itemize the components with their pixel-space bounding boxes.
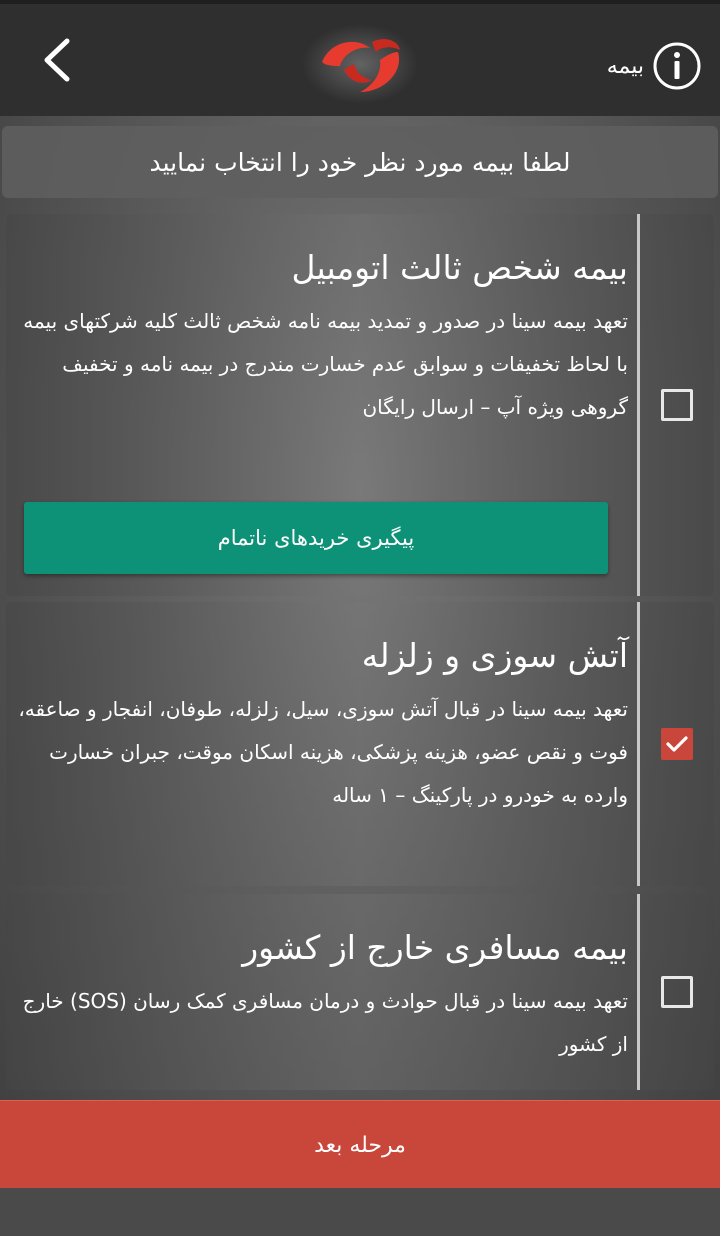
- brand-logo: [302, 24, 418, 104]
- card-checkbox-area[interactable]: [640, 602, 714, 886]
- card-title: بیمه مسافری خارج از کشور: [242, 928, 628, 967]
- card-checkbox-area[interactable]: [640, 894, 714, 1090]
- card-description: تعهد بیمه سینا در صدور و تمدید بیمه نامه…: [23, 309, 628, 419]
- card-content: آتش سوزی و زلزله تعهد بیمه سینا در قبال …: [14, 602, 628, 886]
- insurance-card-fire-earthquake: آتش سوزی و زلزله تعهد بیمه سینا در قبال …: [6, 602, 714, 886]
- bottom-strip: [0, 1188, 720, 1236]
- checkbox-unchecked[interactable]: [661, 976, 693, 1008]
- chevron-left-icon: [44, 38, 70, 82]
- top-app-bar: بیمه: [0, 0, 720, 116]
- card-description: تعهد بیمه سینا در قبال آتش سوزی، سیل، زل…: [18, 697, 628, 807]
- back-button[interactable]: [28, 32, 84, 88]
- checkbox-checked[interactable]: [661, 728, 693, 760]
- info-button[interactable]: بیمه: [607, 38, 702, 94]
- card-checkbox-area[interactable]: [640, 214, 714, 596]
- pending-purchases-button[interactable]: پیگیری خریدهای ناتمام: [24, 502, 608, 574]
- card-content: بیمه مسافری خارج از کشور تعهد بیمه سینا …: [14, 894, 628, 1090]
- card-title: آتش سوزی و زلزله: [361, 636, 628, 675]
- info-label: بیمه: [606, 53, 644, 79]
- card-title: بیمه شخص ثالث اتومبیل: [291, 248, 628, 287]
- selection-prompt: لطفا بیمه مورد نظر خود را انتخاب نمایید: [2, 126, 718, 198]
- next-step-button[interactable]: مرحله بعد: [0, 1100, 720, 1189]
- checkbox-unchecked[interactable]: [661, 389, 693, 421]
- insurance-card-travel: بیمه مسافری خارج از کشور تعهد بیمه سینا …: [6, 894, 714, 1090]
- info-circle-icon: [653, 42, 701, 90]
- checkmark-icon: [666, 736, 688, 752]
- card-description: تعهد بیمه سینا در قبال حوادث و درمان مسا…: [22, 989, 628, 1056]
